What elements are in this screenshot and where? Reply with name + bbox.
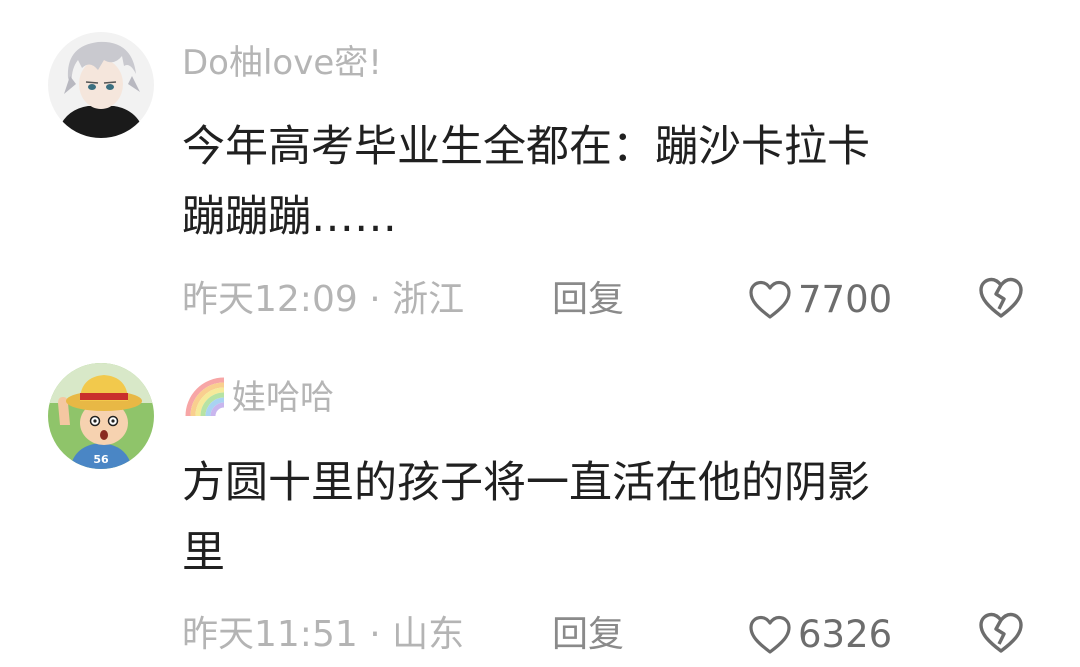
comment-meta: 昨天12:09 · 浙江 回复 7700 [182,275,1024,325]
comment-text: 方圆十里的孩子将一直活在他的阴影 里 [182,448,1022,588]
user-avatar[interactable] [48,32,154,138]
reply-button[interactable]: 回复 [552,610,624,660]
comment-text-line: 里 [182,528,225,578]
like-button[interactable]: 6326 [748,610,892,660]
broken-heart-icon [979,612,1023,653]
svg-text:56: 56 [93,453,109,466]
username-row[interactable]: 娃哈哈 [184,376,334,420]
time-location: 昨天12:09 · 浙江 [182,279,465,320]
like-button[interactable]: 7700 [748,275,892,325]
heart-icon [749,280,791,319]
dislike-button[interactable] [978,612,1024,667]
comment-meta: 昨天11:51 · 山东 回复 6326 [182,610,1024,660]
comment-feed: Do柚love密! 今年高考毕业生全都在：蹦沙卡拉卡 蹦蹦蹦…… 昨天12:09… [0,0,1080,667]
user-avatar[interactable]: 56 [48,363,154,469]
like-count: 7700 [798,278,893,321]
time-location: 昨天11:51 · 山东 [182,614,465,655]
comment-text-line: 今年高考毕业生全都在：蹦沙卡拉卡 [182,122,870,172]
comment-text: 今年高考毕业生全都在：蹦沙卡拉卡 蹦蹦蹦…… [182,112,1022,252]
username[interactable]: 娃哈哈 [232,381,334,415]
straw-hat-boy-avatar-icon: 56 [48,363,154,469]
broken-heart-icon [979,277,1023,318]
like-count: 6326 [798,613,893,656]
reply-button[interactable]: 回复 [552,275,624,325]
comment-text-line: 方圆十里的孩子将一直活在他的阴影 [182,458,870,508]
comment-text-line: 蹦蹦蹦…… [182,192,397,242]
anime-boy-avatar-icon [48,32,154,138]
username[interactable]: Do柚love密! [182,46,382,80]
heart-icon [749,615,791,654]
dislike-button[interactable] [978,277,1024,333]
rainbow-icon [184,376,228,420]
